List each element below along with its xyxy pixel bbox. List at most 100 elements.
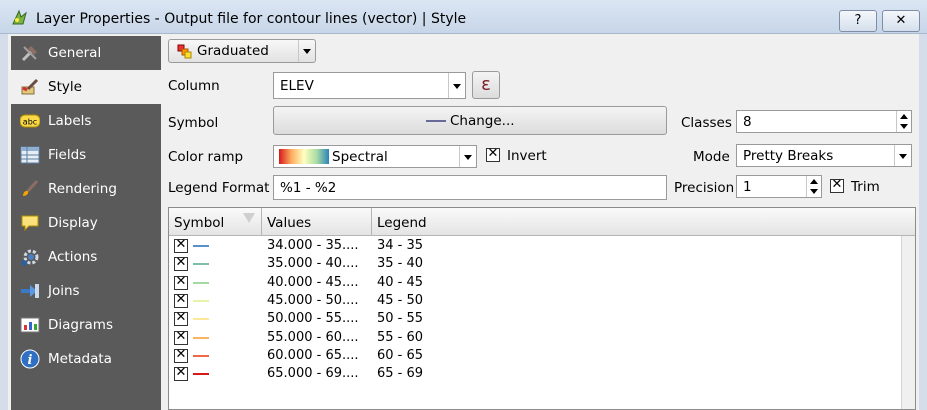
class-legend-cell: 65 - 69 [377, 366, 424, 382]
symbol-line-preview [193, 354, 209, 357]
symbol-line-preview [193, 336, 209, 339]
close-button[interactable]: ✕ [882, 10, 920, 32]
symbol-line-preview [193, 299, 209, 302]
class-legend-cell: 45 - 50 [377, 292, 424, 308]
column-header-symbol[interactable]: Symbol [169, 208, 262, 236]
precision-spinbox[interactable]: 1 [736, 175, 822, 198]
spectral-ramp-swatch [279, 149, 329, 164]
sidebar-item-rendering[interactable]: Rendering [11, 172, 161, 206]
row-visibility-checkbox[interactable] [174, 310, 188, 327]
column-select[interactable]: ELEV [273, 72, 466, 99]
vertical-scrollbar[interactable] [901, 236, 915, 409]
graduated-symbol-icon [177, 44, 192, 59]
row-visibility-checkbox[interactable] [174, 329, 188, 345]
expression-button[interactable]: ε [472, 71, 500, 99]
class-values-cell: 45.000 - 50.... [267, 292, 359, 308]
paintbrush-icon [23, 179, 39, 196]
sidebar-item-label: Actions [48, 249, 98, 265]
class-legend-cell: 35 - 40 [377, 256, 424, 272]
classes-label: Classes [681, 115, 732, 131]
table-header: Symbol Values Legend [169, 208, 915, 236]
symbol-preview-line [426, 120, 446, 122]
chart-icon [20, 317, 40, 333]
sidebar-item-fields[interactable]: Fields [11, 138, 161, 172]
sidebar-item-general[interactable]: General [11, 36, 161, 70]
row-visibility-checkbox[interactable] [174, 255, 188, 272]
column-header-values[interactable]: Values [262, 208, 372, 236]
classes-table[interactable]: Symbol Values Legend 34.000 - 35.... 34 -… [168, 207, 916, 410]
table-row[interactable]: 55.000 - 60.... 55 - 60 [169, 329, 915, 347]
header-label: Values [267, 215, 312, 231]
trim-checkbox[interactable] [830, 177, 844, 193]
style-panel: Graduated Column ELEV ε Symbol Change...… [168, 34, 919, 410]
invert-label: Invert [507, 148, 547, 164]
symbol-line-preview [193, 263, 209, 266]
row-visibility-checkbox[interactable] [174, 365, 188, 382]
class-legend-cell: 55 - 60 [377, 329, 424, 345]
table-row[interactable]: 40.000 - 45.... 40 - 45 [169, 274, 915, 292]
symbol-line-preview [193, 281, 209, 284]
chevron-down-icon[interactable] [894, 145, 911, 166]
color-ramp-select[interactable]: Spectral [273, 145, 477, 168]
sidebar-item-joins[interactable]: Joins [11, 274, 161, 308]
class-values-cell: 50.000 - 55.... [267, 311, 359, 327]
spin-arrows[interactable] [806, 176, 821, 197]
classes-value: 8 [743, 114, 752, 130]
class-legend-cell: 34 - 35 [377, 238, 424, 253]
chevron-down-icon[interactable] [448, 73, 465, 98]
chevron-down-icon[interactable] [459, 146, 476, 167]
sidebar: General Style abc Labels Fields Renderin… [11, 36, 161, 410]
abc-label-icon: abc [20, 114, 40, 128]
spin-arrows[interactable] [896, 111, 911, 132]
brush-icon [21, 78, 39, 95]
table-row[interactable]: 45.000 - 50.... 45 - 50 [169, 292, 915, 310]
sidebar-item-actions[interactable]: Actions [11, 240, 161, 274]
table-row[interactable]: 35.000 - 40.... 35 - 40 [169, 255, 915, 273]
chevron-down-icon[interactable] [298, 40, 315, 62]
class-legend-cell: 60 - 65 [377, 347, 424, 363]
column-header-legend[interactable]: Legend [372, 208, 915, 236]
invert-checkbox[interactable] [486, 146, 500, 162]
legend-format-value: %1 - %2 [280, 180, 337, 196]
class-values-cell: 40.000 - 45.... [267, 274, 359, 290]
symbol-label: Symbol [168, 115, 219, 131]
precision-value: 1 [743, 179, 752, 195]
sort-indicator-icon [243, 213, 255, 223]
sidebar-item-label: Metadata [48, 351, 112, 367]
sidebar-item-display[interactable]: Display [11, 206, 161, 240]
row-visibility-checkbox[interactable] [174, 237, 188, 253]
legend-format-field[interactable]: %1 - %2 [273, 175, 667, 200]
sidebar-item-metadata[interactable]: i Metadata [11, 342, 161, 376]
row-visibility-checkbox[interactable] [174, 292, 188, 308]
change-symbol-button[interactable]: Change... [273, 106, 667, 135]
renderer-type-select[interactable]: Graduated [168, 39, 316, 63]
table-row[interactable]: 34.000 - 35.... 34 - 35 [169, 237, 915, 255]
class-values-cell: 60.000 - 65.... [267, 347, 359, 363]
sidebar-item-labels[interactable]: abc Labels [11, 104, 161, 138]
mode-select[interactable]: Pretty Breaks [736, 144, 912, 167]
class-legend-cell: 40 - 45 [377, 274, 424, 290]
sidebar-item-label: Style [48, 79, 82, 95]
sidebar-item-label: General [48, 45, 102, 61]
header-label: Symbol [174, 215, 225, 231]
qgis-logo-icon [12, 9, 27, 25]
color-ramp-label: Color ramp [168, 149, 244, 165]
row-visibility-checkbox[interactable] [174, 274, 188, 290]
row-visibility-checkbox[interactable] [174, 347, 188, 363]
classes-spinbox[interactable]: 8 [736, 110, 912, 133]
symbol-line-preview [193, 245, 209, 247]
table-row[interactable]: 65.000 - 69.... 65 - 69 [169, 365, 915, 383]
table-row[interactable]: 50.000 - 55.... 50 - 55 [169, 310, 915, 328]
tools-icon [21, 46, 37, 62]
mode-value: Pretty Breaks [743, 148, 834, 164]
legend-format-label: Legend Format [168, 180, 270, 196]
sidebar-item-style[interactable]: Style [11, 70, 161, 104]
header-label: Legend [377, 215, 427, 231]
sidebar-item-diagrams[interactable]: Diagrams [11, 308, 161, 342]
sidebar-item-label: Joins [48, 283, 80, 299]
help-button[interactable]: ? [839, 10, 877, 32]
table-row[interactable]: 60.000 - 65.... 60 - 65 [169, 347, 915, 365]
class-values-cell: 35.000 - 40.... [267, 256, 359, 272]
dialog-client: General Style abc Labels Fields Renderin… [8, 34, 919, 410]
speech-bubble-icon [21, 215, 39, 232]
